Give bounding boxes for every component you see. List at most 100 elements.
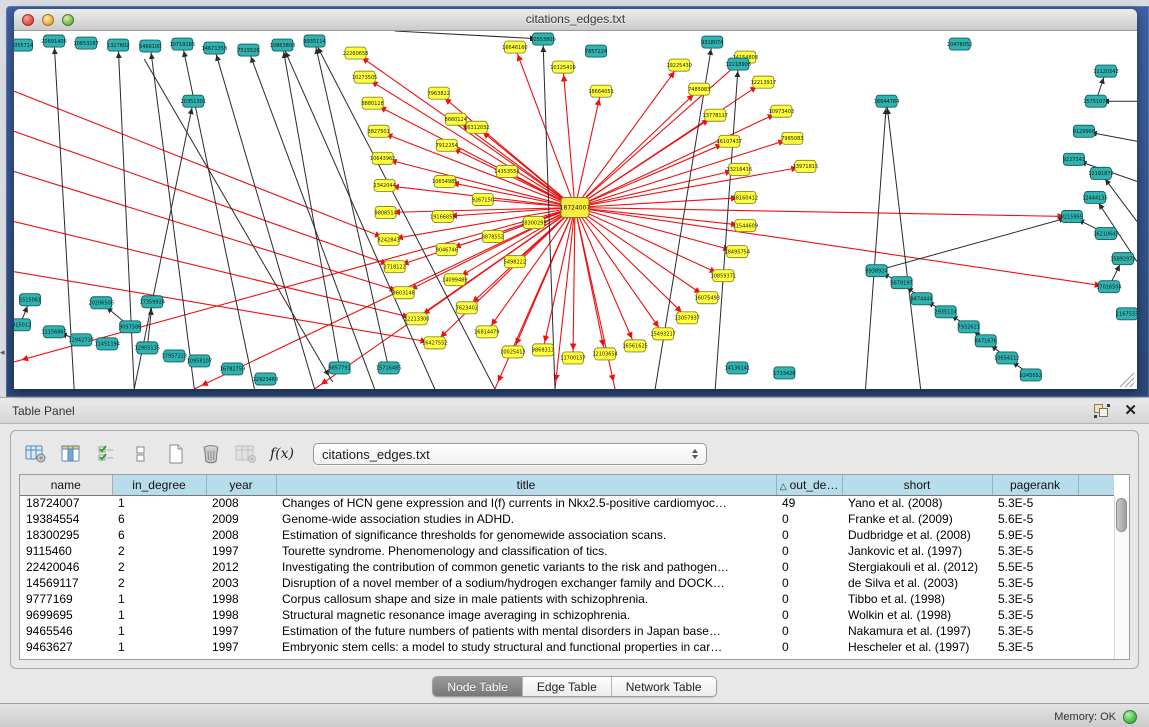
graph-node[interactable]: 15493217: [650, 328, 675, 340]
graph-node[interactable]: 9267150: [472, 193, 494, 205]
graph-node[interactable]: 18160412: [733, 191, 758, 203]
graph-node[interactable]: 12103654: [592, 348, 617, 360]
table-row[interactable]: 977716911998Corpus callosum shape and si…: [20, 591, 1114, 607]
tab-network-table[interactable]: Network Table: [612, 677, 716, 696]
float-window-icon[interactable]: [1094, 404, 1110, 418]
graph-node[interactable]: 7515526: [237, 44, 259, 56]
table-row[interactable]: 969969511998Structural magnetic resonanc…: [20, 607, 1114, 623]
table-row[interactable]: 1872400712008Changes of HCN gene express…: [20, 495, 1114, 511]
graph-node[interactable]: 10654112: [994, 352, 1019, 364]
graph-node[interactable]: 8878552: [482, 231, 504, 243]
graph-node[interactable]: 12213917: [751, 76, 776, 88]
graph-node[interactable]: 8880128: [362, 97, 384, 109]
graph-node[interactable]: 11544609: [733, 220, 758, 232]
graph-node[interactable]: 18300295: [521, 217, 546, 229]
graph-node[interactable]: 10654985: [432, 175, 457, 187]
column-header-out-degree[interactable]: △out_de…: [776, 475, 842, 495]
column-header-in-degree[interactable]: in_degree: [112, 475, 206, 495]
table-row[interactable]: 2242004622012Investigating the contribut…: [20, 559, 1114, 575]
column-header-pagerank[interactable]: pagerank: [992, 475, 1078, 495]
graph-node[interactable]: 16561625: [622, 340, 647, 352]
table-row[interactable]: 911546021997Tourette syndrome. Phenomeno…: [20, 543, 1114, 559]
graph-node[interactable]: 13971815: [793, 160, 818, 172]
graph-node[interactable]: 10273505: [352, 71, 377, 83]
graph-node[interactable]: 14136141: [725, 362, 750, 374]
function-builder-icon[interactable]: f(x): [268, 446, 296, 462]
graph-node[interactable]: 19225430: [666, 59, 691, 71]
graph-node[interactable]: 20691406: [41, 35, 66, 47]
tab-node-table[interactable]: Node Table: [433, 677, 523, 696]
graph-node[interactable]: 4055714: [14, 39, 33, 51]
network-canvas[interactable]: 18724007 22260658 10273505 8880128 3827501 10…: [14, 31, 1137, 389]
graph-node[interactable]: 14353554: [494, 165, 519, 177]
graph-node[interactable]: 10025413: [500, 346, 525, 358]
collapse-left-panel-arrow[interactable]: ◂: [0, 346, 7, 358]
table-row[interactable]: 946554611997Estimation of the future num…: [20, 623, 1114, 639]
graph-node[interactable]: 9808514: [375, 206, 397, 218]
graph-node[interactable]: 11700157: [560, 352, 585, 364]
graph-node[interactable]: 8938924: [865, 265, 887, 277]
graph-node[interactable]: 1327602: [107, 39, 129, 51]
graph-node[interactable]: 3827501: [368, 125, 390, 137]
graph-node[interactable]: 20351301: [181, 95, 206, 107]
graph-node[interactable]: 16814479: [474, 326, 499, 338]
graph-node[interactable]: 12213300: [404, 313, 429, 325]
resize-grip-icon[interactable]: [1120, 373, 1134, 387]
graph-node[interactable]: 8242843: [378, 234, 400, 246]
graph-node[interactable]: 8471676: [975, 335, 997, 347]
graph-node[interactable]: 16644784: [874, 95, 899, 107]
graph-node[interactable]: 22260658: [343, 47, 368, 59]
graph-node[interactable]: 17016504: [1096, 281, 1121, 293]
graph-node[interactable]: 17957223: [162, 350, 187, 362]
column-header-year[interactable]: year: [206, 475, 276, 495]
graph-node[interactable]: 19166855: [430, 211, 455, 223]
graph-node[interactable]: 13778117: [703, 109, 728, 121]
minimize-window-button[interactable]: [42, 14, 54, 26]
graph-node[interactable]: 9857791: [328, 362, 350, 374]
column-header-title[interactable]: title: [276, 475, 776, 495]
vertical-scrollbar[interactable]: [1114, 496, 1129, 659]
graph-node[interactable]: 8215955: [1061, 211, 1083, 223]
graph-node[interactable]: 7623402: [456, 302, 478, 314]
delete-icon[interactable]: [198, 441, 224, 467]
graph-node[interactable]: 15751074: [1083, 95, 1108, 107]
network-window-titlebar[interactable]: citations_edges.txt: [14, 9, 1137, 31]
graph-node[interactable]: 17359924: [140, 296, 165, 308]
graph-node[interactable]: 16312032: [464, 121, 489, 133]
table-row[interactable]: 1456911722003Disruption of a novel membe…: [20, 575, 1114, 591]
graph-node[interactable]: 9868313: [532, 344, 554, 356]
graph-node[interactable]: 9227341: [1063, 153, 1085, 165]
graph-node[interactable]: 16782759: [220, 363, 245, 375]
graph-node[interactable]: 8660124: [445, 113, 467, 125]
graph-node[interactable]: 10863808: [270, 39, 295, 51]
graph-node[interactable]: 9245652: [1020, 369, 1042, 381]
graph-node[interactable]: 7985083: [781, 132, 803, 144]
graph-node[interactable]: 12191872: [1088, 167, 1113, 179]
scrollbar-thumb[interactable]: [1116, 498, 1127, 532]
graph-node[interactable]: 16210643: [1093, 228, 1118, 240]
table-row[interactable]: 946362711997Embryonic stem cells: a mode…: [20, 639, 1114, 655]
graph-node[interactable]: 11120543: [1093, 65, 1118, 77]
graph-node[interactable]: 15892971: [1110, 253, 1135, 265]
graph-node[interactable]: 9046746: [436, 244, 458, 256]
column-header-name[interactable]: name: [20, 475, 112, 495]
graph-node[interactable]: 9129966: [1073, 125, 1095, 137]
graph-node[interactable]: 13057937: [674, 312, 699, 324]
graph-node[interactable]: 9318074: [701, 36, 723, 48]
graph-node[interactable]: 7963822: [428, 87, 450, 99]
graph-node[interactable]: 11156867: [41, 326, 66, 338]
column-chooser-icon[interactable]: [58, 441, 84, 467]
import-table-icon[interactable]: [233, 441, 259, 467]
row-selection-icon[interactable]: [93, 441, 119, 467]
graph-node[interactable]: 9935114: [303, 35, 325, 47]
graph-node[interactable]: 10653287: [73, 37, 98, 49]
graph-node[interactable]: 16427552: [422, 337, 447, 349]
graph-node[interactable]: 18724007: [560, 197, 591, 217]
graph-node[interactable]: 12218906: [726, 58, 751, 70]
graph-node[interactable]: 3915012: [14, 319, 31, 331]
graph-node[interactable]: 6679197: [890, 277, 912, 289]
graph-node[interactable]: 1733426: [773, 367, 795, 379]
close-icon[interactable]: ✕: [1124, 404, 1137, 418]
graph-node[interactable]: 16075493: [695, 292, 720, 304]
graph-node[interactable]: 9097586: [119, 321, 141, 333]
